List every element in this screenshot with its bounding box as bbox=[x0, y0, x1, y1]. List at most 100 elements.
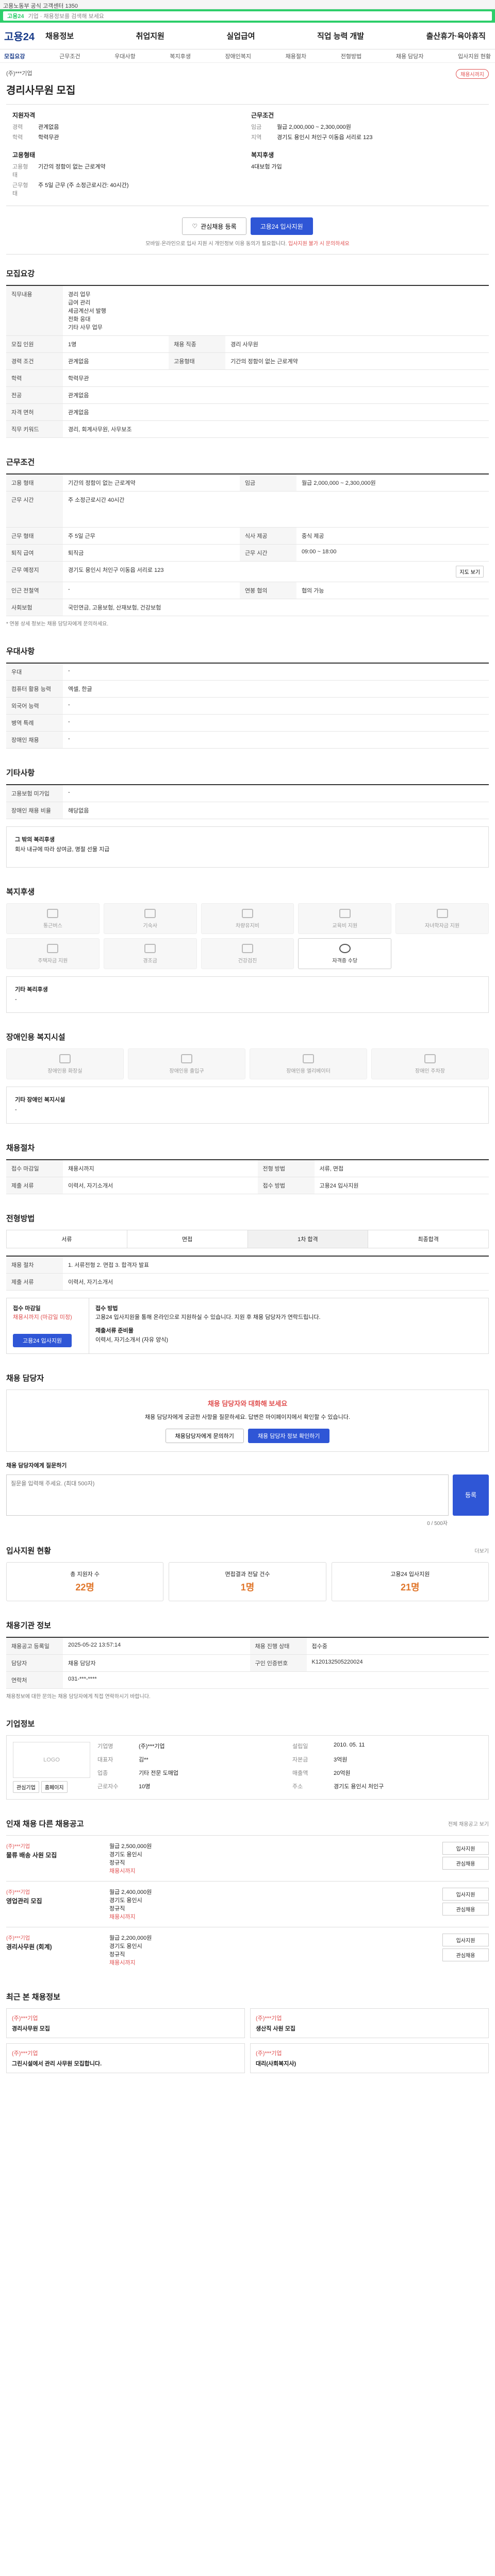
row-key: 고용형태 bbox=[169, 352, 226, 370]
tab-process[interactable]: 채용절차 bbox=[286, 52, 306, 60]
job-apply-button[interactable]: 입사지원 bbox=[442, 1887, 489, 1901]
tab-recruit[interactable]: 모집요강 bbox=[4, 52, 25, 60]
benefit-label: 주택자금 지원 bbox=[38, 958, 68, 964]
screen-steps: 서류 면접 1차 합격 최종합격 bbox=[6, 1229, 489, 1248]
company-name: (주)***기업 bbox=[6, 71, 32, 77]
job-scrap-button[interactable]: 관심채용 bbox=[442, 1902, 489, 1916]
gnb-item-leave[interactable]: 출산휴가·육아휴직 bbox=[426, 30, 486, 41]
benefit-item: 교육비 지원 bbox=[298, 903, 392, 934]
job-scrap-button[interactable]: 관심채용 bbox=[442, 1856, 489, 1870]
ask-textarea[interactable] bbox=[6, 1474, 449, 1516]
row-value: 주 소정근로시간 40시간 bbox=[63, 491, 489, 528]
benefit-grid: 통근버스 기숙사 차량유지비 교육비 지원 자녀학자금 지원 bbox=[6, 903, 489, 934]
recent-card[interactable]: (주)***기업 경리사무원 모집 bbox=[6, 2008, 245, 2038]
ask-label: 채용 담당자에게 질문하기 bbox=[6, 1462, 67, 1469]
ask-submit-button[interactable]: 등록 bbox=[453, 1474, 489, 1516]
recent-company: (주)***기업 bbox=[256, 2050, 282, 2057]
benefit-label: 경조금 bbox=[143, 958, 157, 964]
apply-box-button[interactable]: 고용24 입사지원 bbox=[13, 1333, 72, 1347]
tab-pref[interactable]: 우대사항 bbox=[114, 52, 135, 60]
apply-stat-more[interactable]: 더보기 bbox=[474, 1547, 489, 1554]
disabled-etc-box: 기타 장애인 복지시설 - bbox=[6, 1087, 489, 1124]
search-input[interactable]: 고용24 기업 · 채용정보를 검색해 보세요 bbox=[3, 11, 492, 21]
table-row: 직무 키워드 경리, 회계사무원, 사무보조 bbox=[6, 420, 489, 438]
step-item: 최종합격 bbox=[418, 1236, 439, 1243]
row-key: 자격 면허 bbox=[6, 403, 63, 421]
row-key: 접수 마감일 bbox=[6, 1159, 63, 1177]
apply-docs-title: 제출서류 준비물 bbox=[95, 1327, 134, 1334]
map-button[interactable]: 지도 보기 bbox=[456, 566, 484, 578]
gnb-item-jobs[interactable]: 채용정보 bbox=[45, 30, 74, 41]
table-row: 담당자 채용 담당자 구인 인증번호 K120132505220024 bbox=[6, 1654, 489, 1672]
row-value: 주 5일 근무 bbox=[63, 527, 240, 545]
row-key: 모집 인원 bbox=[6, 335, 63, 353]
gnb-item-benefit[interactable]: 실업급여 bbox=[226, 30, 255, 41]
row-key: 사회보험 bbox=[6, 599, 63, 616]
job-title-link[interactable]: 영업관리 모집 bbox=[6, 1896, 104, 1905]
gnb-item-training[interactable]: 직업 능력 개발 bbox=[317, 30, 364, 41]
row-value: 해당없음 bbox=[63, 802, 489, 819]
job-type: 정규직 bbox=[109, 1859, 125, 1866]
tab-apply-stat[interactable]: 입사지원 현황 bbox=[458, 52, 491, 60]
recent-card[interactable]: (주)***기업 생산직 사원 모집 bbox=[250, 2008, 489, 2038]
row-key: 퇴직 급여 bbox=[6, 544, 63, 562]
interest-company-button[interactable]: 관심기업 bbox=[13, 1781, 39, 1793]
job-apply-button[interactable]: 입사지원 bbox=[442, 1841, 489, 1855]
tab-contact[interactable]: 채용 담당자 bbox=[396, 52, 424, 60]
table-row: 병역 특례 - bbox=[6, 714, 489, 732]
row-key: 전공 bbox=[6, 386, 63, 404]
table-row: 학력 학력무관 bbox=[6, 369, 489, 387]
contact-inquiry-button[interactable]: 채용담당자에게 문의하기 bbox=[165, 1428, 244, 1443]
recent-title: 경리사무원 모집 bbox=[12, 2025, 50, 2032]
table-row: 근무 예정지 경기도 용인시 처인구 이동읍 서리로 123 지도 보기 bbox=[6, 561, 489, 582]
tab-benefit[interactable]: 복지후생 bbox=[170, 52, 190, 60]
row-key: 식사 제공 bbox=[239, 527, 296, 545]
recent-card[interactable]: (주)***기업 그린시설에서 관리 사무원 모집합니다. bbox=[6, 2043, 245, 2073]
apply-note-warn[interactable]: 입사지원 불가 시 문의하세요 bbox=[288, 241, 350, 247]
section-title: 기업정보 bbox=[6, 1719, 35, 1728]
stat-card: 면접결과 전달 건수 1명 bbox=[169, 1562, 326, 1601]
row-key: 우대 bbox=[6, 663, 63, 681]
tab-condition[interactable]: 근무조건 bbox=[59, 52, 80, 60]
job-title-link[interactable]: 물류 배송 사원 모집 bbox=[6, 1851, 104, 1859]
field-value: 10명 bbox=[139, 1784, 151, 1790]
field-key: 업종 bbox=[97, 1770, 108, 1777]
scrap-button[interactable]: ♡ 관심채용 등록 bbox=[182, 217, 246, 235]
others-more-link[interactable]: 전체 채용공고 보기 bbox=[448, 1820, 489, 1827]
row-value: - bbox=[63, 731, 489, 749]
row-value: 협의 가능 bbox=[296, 582, 489, 599]
child-tuition-icon bbox=[436, 908, 448, 918]
contact-info-button[interactable]: 채용 담당자 정보 확인하기 bbox=[248, 1428, 330, 1443]
row-key: 근무 시간 bbox=[6, 491, 63, 528]
benefit-item: 차량유지비 bbox=[201, 903, 294, 934]
job-list-item[interactable]: (주)***기업 영업관리 모집 월급 2,400,000원 경기도 용인시 정규직 채… bbox=[6, 1880, 489, 1927]
etc-table: 고용보험 미가입 - 장애인 채용 비율 해당없음 bbox=[6, 784, 489, 819]
tab-disabled[interactable]: 장애인복지 bbox=[225, 52, 251, 60]
apply-method-title: 접수 방법 bbox=[95, 1305, 118, 1312]
homepage-button[interactable]: 홈페이지 bbox=[41, 1781, 68, 1793]
section-title: 장애인용 복지시설 bbox=[6, 1033, 65, 1042]
row-value: 퇴직금 bbox=[63, 544, 240, 562]
site-logo[interactable]: 고용24 bbox=[4, 28, 45, 43]
tab-screen[interactable]: 전형방법 bbox=[341, 52, 361, 60]
job-apply-button[interactable]: 입사지원 bbox=[442, 1933, 489, 1946]
job-summary: 지원자격 경력 관계없음 학력 학력무관 근무조건 임금 월급 2,000,000 ~… bbox=[6, 104, 489, 206]
row-key: 고용 형태 bbox=[6, 474, 63, 492]
search-brand: 고용24 bbox=[7, 13, 24, 20]
job-list-item[interactable]: (주)***기업 경리사무원 (회계) 월급 2,200,000원 경기도 용인시 정… bbox=[6, 1926, 489, 1973]
bus-icon bbox=[47, 908, 59, 918]
row-key: 직무내용 bbox=[6, 285, 63, 336]
row-key: 임금 bbox=[239, 474, 296, 492]
row-key: 제출 서류 bbox=[6, 1273, 63, 1291]
job-title-link[interactable]: 경리사무원 (회계) bbox=[6, 1942, 104, 1951]
gnb-item-support[interactable]: 취업지원 bbox=[136, 30, 164, 41]
job-scrap-button[interactable]: 관심채용 bbox=[442, 1948, 489, 1961]
condition-footnote: * 연봉 상세 정보는 채용 담당자에게 문의하세요. bbox=[6, 621, 109, 627]
summary-value: 경기도 용인시 처인구 이동읍 서리로 123 bbox=[277, 134, 373, 141]
recent-card[interactable]: (주)***기업 대리(사회복지사) bbox=[250, 2043, 489, 2073]
agency-notice: 채용정보에 대한 문의는 채용 담당자에게 직접 연락하시기 바랍니다. bbox=[6, 1693, 151, 1700]
row-value: - bbox=[63, 582, 240, 599]
apply-button[interactable]: 고용24 입사지원 bbox=[250, 217, 313, 235]
row-key: 학력 bbox=[6, 369, 63, 387]
job-list-item[interactable]: (주)***기업 물류 배송 사원 모집 월급 2,500,000원 경기도 용인시… bbox=[6, 1835, 489, 1881]
